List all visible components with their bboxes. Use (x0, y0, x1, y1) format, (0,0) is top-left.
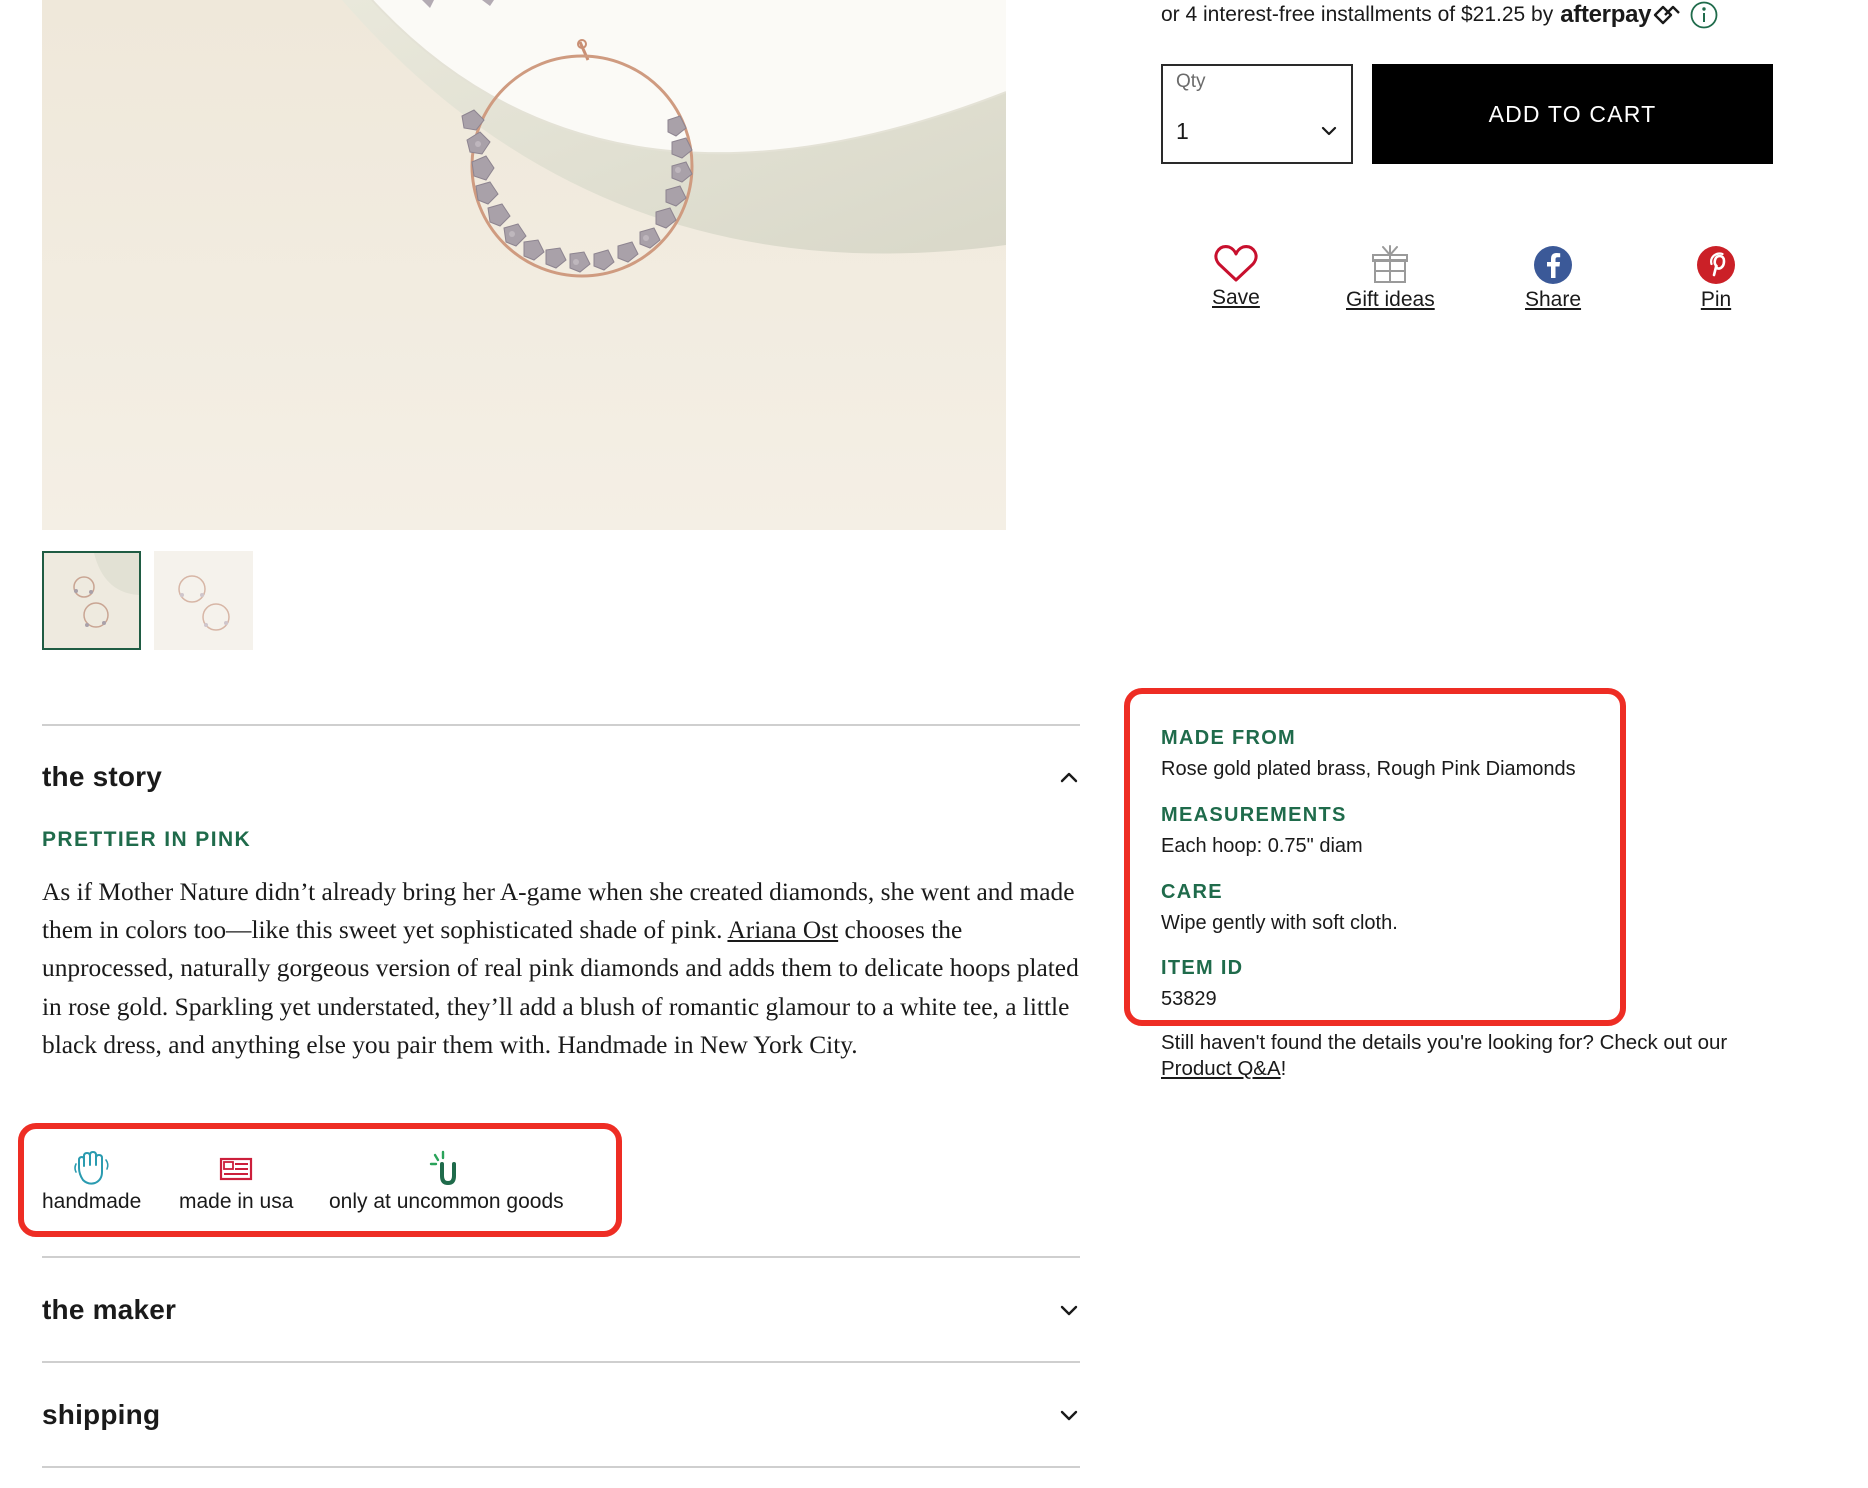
afterpay-text: or 4 interest-free installments of $21.2… (1161, 3, 1554, 26)
gift-ideas-action[interactable]: Gift ideas (1346, 244, 1435, 312)
badge-made-in-usa-label: made in usa (179, 1190, 294, 1213)
pinterest-icon (1697, 246, 1735, 284)
save-action[interactable]: Save (1212, 244, 1260, 310)
pin-label: Pin (1700, 288, 1732, 311)
item-id-label: ITEM ID (1161, 957, 1244, 979)
story-subtitle: PRETTIER IN PINK (42, 828, 252, 851)
measurements-label: MEASUREMENTS (1161, 804, 1347, 826)
help-text-body: Still haven't found the details you're l… (1161, 1031, 1728, 1054)
accordion-shipping-header[interactable]: shipping (42, 1385, 1080, 1445)
share-label: Share (1525, 288, 1582, 311)
story-title: the story (42, 761, 163, 792)
care-label: CARE (1161, 881, 1223, 903)
quantity-select[interactable]: Qty 1 (1161, 64, 1353, 164)
item-id-value: 53829 (1161, 988, 1217, 1010)
badge-handmade: handmade (42, 1150, 141, 1214)
afterpay-line: or 4 interest-free installments of $21.2… (1161, 0, 1719, 30)
shipping-title: shipping (42, 1399, 161, 1430)
gift-ideas-label: Gift ideas (1346, 288, 1435, 311)
product-main-image (42, 0, 1006, 530)
chevron-up-icon (1060, 772, 1078, 783)
accordion-maker-header[interactable]: the maker (42, 1280, 1080, 1340)
share-action[interactable]: Share (1525, 244, 1581, 312)
measurements-value: Each hoop: 0.75" diam (1161, 835, 1363, 857)
accordion-divider (42, 1256, 1080, 1258)
facebook-icon (1534, 246, 1573, 284)
badge-made-in-usa: made in usa (179, 1150, 293, 1214)
flag-icon (220, 1157, 253, 1181)
story-body: As if Mother Nature didn’t already bring… (42, 873, 1082, 1064)
made-from-value: Rose gold plated brass, Rough Pink Diamo… (1161, 758, 1576, 780)
info-circle-icon[interactable] (1689, 0, 1719, 30)
add-to-cart-button[interactable]: ADD TO CART (1372, 64, 1773, 164)
chevron-down-icon (1060, 1305, 1078, 1316)
help-text-suffix: ! (1280, 1057, 1287, 1080)
made-from-label: MADE FROM (1161, 727, 1297, 749)
chevron-down-icon (1060, 1410, 1078, 1421)
hand-icon (73, 1151, 109, 1185)
maker-title: the maker (42, 1294, 177, 1325)
gift-box-icon (1372, 245, 1409, 283)
save-label: Save (1212, 286, 1260, 309)
accordion-divider (42, 1466, 1080, 1468)
care-value: Wipe gently with soft cloth. (1161, 912, 1398, 934)
maker-link[interactable]: Ariana Ost (727, 916, 838, 944)
thumbnail-2[interactable] (154, 551, 253, 650)
qty-label: Qty (1176, 71, 1206, 92)
pin-action[interactable]: Pin (1695, 244, 1737, 312)
thumbnail-1[interactable] (42, 551, 141, 650)
badge-exclusive-label: only at uncommon goods (329, 1190, 564, 1213)
afterpay-arrows-icon (1653, 5, 1681, 25)
help-text: Still haven't found the details you're l… (1161, 1030, 1801, 1082)
badge-exclusive: only at uncommon goods (329, 1150, 564, 1214)
chevron-down-icon (1321, 126, 1337, 136)
badge-handmade-label: handmade (42, 1190, 142, 1213)
afterpay-logo: afterpay (1560, 1, 1652, 28)
qty-value: 1 (1176, 118, 1189, 144)
product-page: the story PRETTIER IN PINK As if Mother … (0, 0, 1868, 1488)
accordion-story-header[interactable]: the story (42, 747, 1080, 807)
heart-outline-icon (1214, 245, 1258, 282)
accordion-divider (42, 1361, 1080, 1363)
product-qa-link[interactable]: Product Q&A (1161, 1057, 1281, 1080)
uncommon-goods-u-icon (430, 1150, 457, 1186)
accordion-divider (42, 724, 1080, 726)
